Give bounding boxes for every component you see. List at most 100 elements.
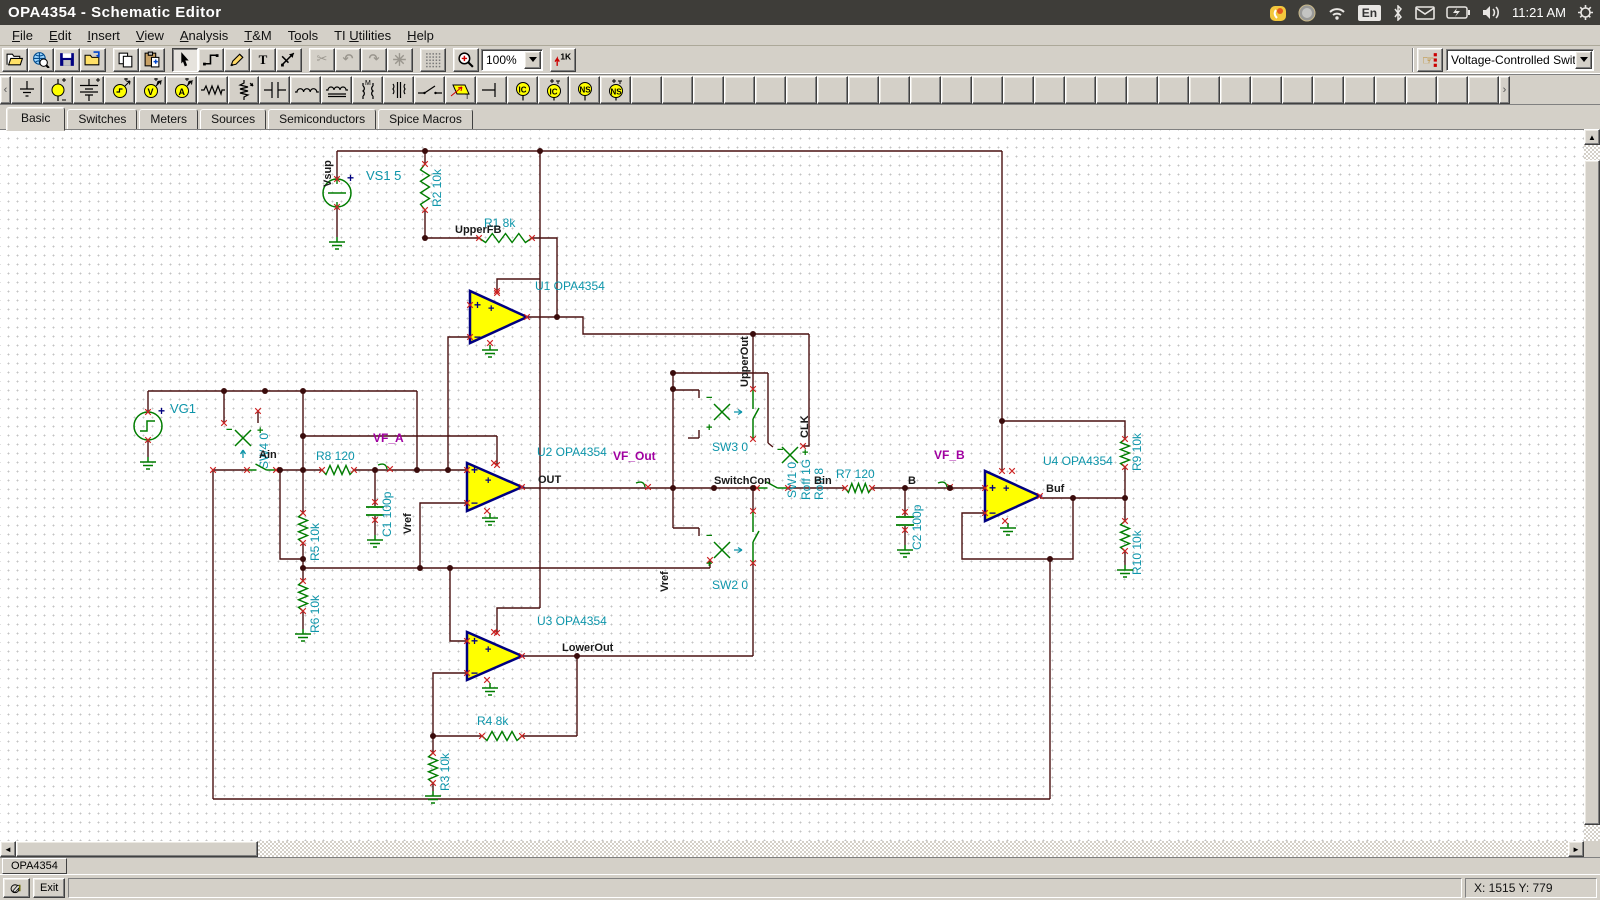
transformer-component-button[interactable] — [383, 76, 414, 104]
svg-text:NS: NS — [610, 87, 622, 96]
scroll-right-button[interactable]: ► — [1568, 841, 1584, 857]
svg-text:U3 OPA4354: U3 OPA4354 — [537, 614, 607, 628]
probe-tool-icon — [10, 880, 23, 896]
potentiometer-component-button[interactable] — [228, 76, 259, 104]
palette-empty-slot — [817, 76, 848, 104]
paste-button[interactable] — [139, 48, 165, 72]
svg-text:+: + — [474, 298, 481, 312]
voltage-source-component-button[interactable] — [42, 76, 73, 104]
capacitor-component-button[interactable] — [259, 76, 290, 104]
probe-tool-button[interactable] — [3, 878, 30, 898]
open-from-web-button[interactable] — [28, 48, 54, 72]
svg-text:VF_A: VF_A — [373, 431, 404, 445]
tab-spice-macros[interactable]: Spice Macros — [378, 109, 473, 130]
chevron-down-icon[interactable] — [524, 51, 541, 69]
menu-ti-utilities[interactable]: TI Utilities — [326, 26, 399, 45]
set-value-1k-button[interactable]: 1K — [550, 48, 576, 72]
zoom-level-value: 100% — [482, 53, 524, 67]
volume-icon[interactable] — [1481, 5, 1501, 20]
component-selector-dropdown[interactable]: Voltage-Controlled Switch — [1446, 49, 1594, 71]
exit-button[interactable]: Exit — [33, 878, 65, 898]
grid-toggle-button[interactable] — [420, 48, 446, 72]
chevron-down-icon[interactable] — [1575, 51, 1592, 69]
palette-empty-slot — [879, 76, 910, 104]
ns-nodeset-plus-component-button[interactable]: NS — [600, 76, 631, 104]
title-bar[interactable]: OPA4354 - Schematic Editor En11:21 AM — [0, 0, 1600, 25]
horizontal-scrollbar[interactable]: ◄ ► — [0, 841, 1584, 857]
scroll-left-button[interactable]: ◄ — [0, 841, 16, 857]
menu-edit[interactable]: Edit — [41, 26, 79, 45]
sheet-tab-opa4354[interactable]: OPA4354 — [2, 858, 67, 874]
svg-text:IC: IC — [549, 87, 557, 96]
palette-empty-slot — [662, 76, 693, 104]
zoom-in-button[interactable] — [453, 48, 479, 72]
svg-text:R5 10k: R5 10k — [308, 522, 322, 561]
menu-help[interactable]: Help — [399, 26, 442, 45]
tab-semiconductors[interactable]: Semiconductors — [268, 109, 376, 130]
pencil-tool-button[interactable] — [224, 48, 250, 72]
text-tool-button[interactable]: T — [250, 48, 276, 72]
keyboard-indicator[interactable]: En — [1358, 5, 1381, 21]
horizontal-scroll-thumb[interactable] — [16, 841, 258, 857]
select-cursor-button[interactable] — [172, 48, 198, 72]
copy-button[interactable] — [113, 48, 139, 72]
redo-button[interactable]: ↷ — [361, 48, 387, 72]
svg-text:R2 10k: R2 10k — [430, 168, 444, 207]
menu-t-m[interactable]: T&M — [236, 26, 279, 45]
component-list-button[interactable]: ☞ — [1417, 48, 1443, 72]
wifi-icon[interactable] — [1327, 5, 1347, 21]
schematic-canvas[interactable]: R2 10kR5 10kR6 10kR3 10kR9 10kR10 10kR1 … — [0, 129, 1584, 841]
tab-sources[interactable]: Sources — [200, 109, 266, 130]
menu-insert[interactable]: Insert — [79, 26, 128, 45]
ns-nodeset-component-button[interactable]: NS — [569, 76, 600, 104]
undo-button[interactable]: ↶ — [335, 48, 361, 72]
vertical-scroll-thumb[interactable] — [1584, 160, 1600, 825]
coupled-inductors-component-button[interactable]: M — [352, 76, 383, 104]
svg-text:−: − — [471, 666, 478, 680]
tab-basic[interactable]: Basic — [6, 107, 65, 131]
ic-initial-condition-plus-component-button[interactable]: IC — [538, 76, 569, 104]
menu-analysis[interactable]: Analysis — [172, 26, 236, 45]
vertical-scrollbar[interactable]: ▲ ▼ — [1584, 129, 1600, 857]
switch-component-button[interactable] — [414, 76, 445, 104]
save-button[interactable] — [54, 48, 80, 72]
wire-tool-button[interactable] — [198, 48, 224, 72]
ground-component-button[interactable] — [11, 76, 42, 104]
app-icon[interactable] — [1269, 4, 1287, 22]
sphere-icon[interactable] — [1298, 4, 1316, 22]
battery-icon[interactable] — [1446, 6, 1470, 19]
voltage-generator-component-button[interactable] — [104, 76, 135, 104]
wire-cross-tool-button[interactable] — [276, 48, 302, 72]
svg-text:R6 10k: R6 10k — [308, 594, 322, 633]
component-palette: ‹ VA M T IC IC NS NS › — [0, 74, 1600, 105]
palette-scroll-right[interactable]: › — [1499, 76, 1510, 104]
palette-empty-slot — [755, 76, 786, 104]
inductor-core-component-button[interactable] — [321, 76, 352, 104]
svg-text:C1 100p: C1 100p — [380, 491, 394, 537]
menu-tools[interactable]: Tools — [280, 26, 326, 45]
open-circuit-component-button[interactable] — [476, 76, 507, 104]
open-button[interactable] — [2, 48, 28, 72]
controlled-switch-component-button[interactable]: T — [445, 76, 476, 104]
svg-text:+: + — [347, 171, 354, 185]
ic-initial-condition-component-button[interactable]: IC — [507, 76, 538, 104]
menu-view[interactable]: View — [128, 26, 172, 45]
voltmeter-component-button[interactable]: V — [135, 76, 166, 104]
snap-point-button[interactable] — [387, 48, 413, 72]
palette-scroll-left[interactable]: ‹ — [0, 76, 11, 104]
menu-file[interactable]: File — [4, 26, 41, 45]
ammeter-component-button[interactable]: A — [166, 76, 197, 104]
resistor-component-button[interactable] — [197, 76, 228, 104]
tab-meters[interactable]: Meters — [139, 109, 198, 130]
gear-icon[interactable] — [1577, 4, 1594, 21]
bluetooth-icon[interactable] — [1392, 5, 1404, 21]
tab-switches[interactable]: Switches — [67, 109, 137, 130]
horizontal-scroll-track[interactable] — [258, 841, 1568, 857]
zoom-level-select[interactable]: 100% — [481, 49, 543, 71]
reopen-button[interactable] — [80, 48, 106, 72]
battery-component-button[interactable] — [73, 76, 104, 104]
scroll-up-button[interactable]: ▲ — [1584, 129, 1600, 145]
mail-icon[interactable] — [1415, 6, 1435, 20]
inductor-component-button[interactable] — [290, 76, 321, 104]
cut-button[interactable]: ✂ — [309, 48, 335, 72]
